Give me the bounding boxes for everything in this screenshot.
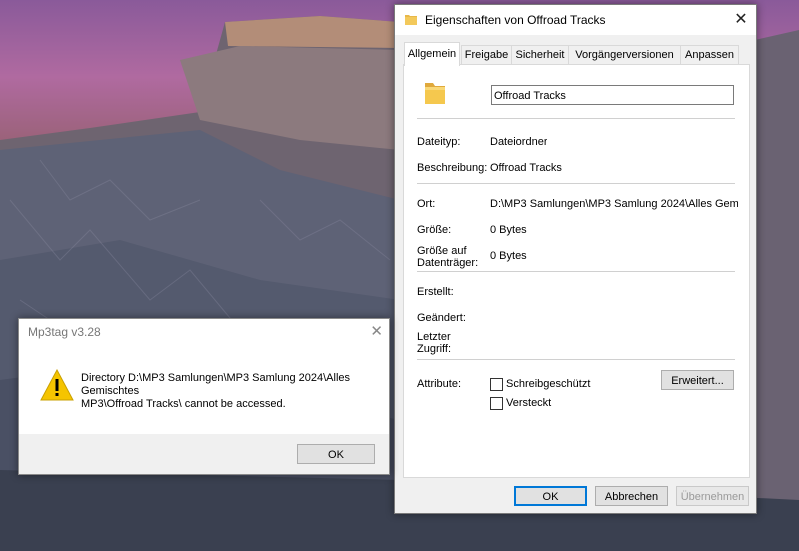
properties-window: Eigenschaften von Offroad Tracks ✕ Freig…	[394, 4, 757, 514]
groesse-auf-label-line1: Größe auf	[417, 245, 467, 257]
schreibgeschuetzt-label[interactable]: Schreibgeschützt	[506, 378, 590, 390]
erweitert-button[interactable]: Erweitert...	[661, 370, 734, 390]
window-title: Eigenschaften von Offroad Tracks	[425, 13, 606, 27]
dateityp-label: Dateityp:	[417, 136, 461, 148]
error-message: Directory D:\MP3 Samlungen\MP3 Samlung 2…	[81, 372, 381, 411]
error-message-line2: Gemischtes	[81, 385, 140, 397]
groesse-label: Größe:	[417, 224, 452, 236]
attribute-label: Attribute:	[417, 378, 462, 390]
dialog-ok-button[interactable]: OK	[297, 444, 375, 464]
groesse-auf-label-line2: Datenträger:	[417, 257, 479, 269]
letzter-zugriff-label-line2: Zugriff:	[417, 343, 452, 355]
warning-icon	[40, 369, 74, 401]
tab-allgemein[interactable]: Allgemein	[404, 42, 460, 66]
ok-button[interactable]: OK	[514, 486, 587, 506]
ort-value: D:\MP3 Samlungen\MP3 Samlung 2024\Alles …	[490, 198, 738, 210]
close-icon[interactable]: ✕	[726, 5, 756, 35]
erstellt-label: Erstellt:	[417, 286, 454, 298]
folder-icon	[425, 83, 445, 104]
separator	[417, 271, 735, 272]
title-bar: Eigenschaften von Offroad Tracks ✕	[395, 5, 756, 35]
tab-anpassen[interactable]: Anpassen	[680, 45, 739, 65]
beschreibung-label: Beschreibung:	[417, 162, 488, 174]
tab-sicherheit[interactable]: Sicherheit	[511, 45, 569, 65]
mp3tag-error-dialog: Mp3tag v3.28 ✕ Directory D:\MP3 Samlunge…	[18, 318, 390, 475]
versteckt-label[interactable]: Versteckt	[506, 397, 551, 409]
ort-label: Ort:	[417, 198, 436, 210]
beschreibung-value: Offroad Tracks	[490, 162, 562, 174]
abbrechen-button[interactable]: Abbrechen	[595, 486, 668, 506]
tab-vorgaengerversionen[interactable]: Vorgängerversionen	[568, 45, 681, 65]
folder-icon	[405, 15, 417, 25]
general-tab-panel: Offroad Tracks Dateityp: Dateiordner Bes…	[403, 64, 750, 478]
uebernehmen-button: Übernehmen	[676, 486, 749, 506]
error-message-line1: Directory D:\MP3 Samlungen\MP3 Samlung 2…	[81, 372, 351, 384]
tab-freigabe[interactable]: Freigabe	[461, 45, 512, 65]
separator	[417, 359, 735, 360]
close-icon[interactable]: ✕	[370, 322, 383, 340]
dialog-title: Mp3tag v3.28	[28, 325, 101, 339]
dateityp-value: Dateiordner	[490, 136, 548, 148]
error-message-line3: MP3\Offroad Tracks\ cannot be accessed.	[81, 398, 286, 410]
dialog-footer: OK	[19, 434, 389, 474]
versteckt-checkbox[interactable]	[490, 397, 503, 410]
groesse-value: 0 Bytes	[490, 224, 527, 236]
separator	[417, 183, 735, 184]
groesse-auf-datentraeger-value: 0 Bytes	[490, 250, 527, 262]
schreibgeschuetzt-checkbox[interactable]	[490, 378, 503, 391]
separator	[417, 118, 735, 119]
geaendert-label: Geändert:	[417, 312, 466, 324]
letzter-zugriff-label-line1: Letzter	[417, 331, 451, 343]
folder-name-input[interactable]: Offroad Tracks	[491, 85, 734, 105]
